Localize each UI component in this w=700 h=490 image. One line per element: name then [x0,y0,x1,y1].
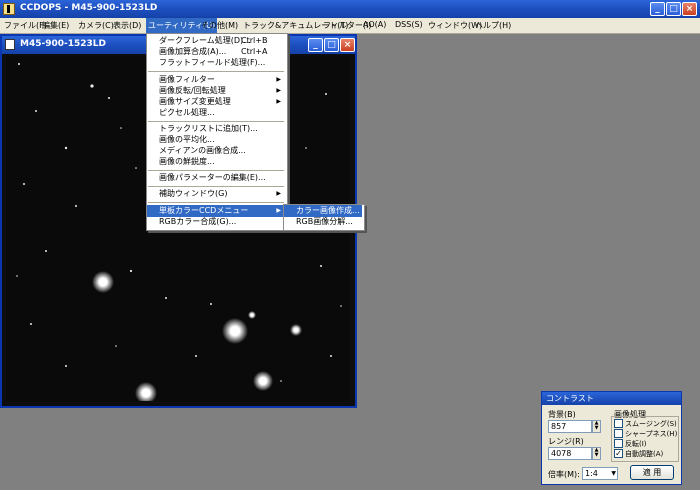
range-spinner[interactable]: ▲ ▼ [592,447,601,460]
sharpness-label: シャープネス(H) [625,430,678,438]
zoom-select[interactable]: 1:4 ▼ [582,467,618,480]
range-label: レンジ(R) [548,437,584,446]
auto-adjust-checkbox[interactable]: ✓ [614,449,623,458]
menu-separator [148,121,284,122]
dropdown-arrow-icon: ▼ [611,470,616,477]
range-input[interactable]: 4078 [548,447,592,460]
background-input[interactable]: 857 [548,420,592,433]
app-titlebar: CCDOPS - M45-900-1523LD _ □ × [0,0,700,18]
spin-down-icon[interactable]: ▼ [593,426,600,431]
smoothing-label: スムージング(S) [625,420,677,428]
close-button[interactable]: × [682,2,697,16]
zoom-label: 倍率(M): [548,470,580,479]
background-spinner[interactable]: ▲ ▼ [592,420,601,433]
contrast-titlebar: コントラスト [542,392,681,405]
menu-separator [148,186,284,187]
contrast-panel: コントラスト 背景(B) 857 ▲ ▼ レンジ(R) 4078 ▲ ▼ 画像処… [541,391,682,485]
menu-other[interactable]: その他(M) [201,20,238,31]
menu-item-aux-window[interactable]: 補助ウィンドウ(G) ▶ [147,188,285,200]
auto-adjust-label: 自動調整(A) [625,450,664,458]
sharpness-checkbox[interactable] [614,429,623,438]
menu-item-edit-params[interactable]: 画像パラメーターの編集(E)... [147,172,285,184]
document-icon [5,39,15,50]
invert-label: 反転(I) [625,440,647,448]
menu-camera[interactable]: カメラ(C) [78,20,114,31]
menu-item-flat-field[interactable]: フラットフィールド処理(F)... [147,57,285,69]
image-window-title: M45-900-1523LD [20,39,106,49]
zoom-value: 1:4 [585,469,598,478]
utility-menu: ダークフレーム処理(D)... Ctrl+B 画像加算合成(A)... Ctrl+A… [146,33,288,231]
menu-ao[interactable]: AO(A) [363,20,386,29]
background-label: 背景(B) [548,410,576,419]
contrast-title: コントラスト [546,394,594,403]
apply-button[interactable]: 適 用 [630,465,674,480]
app-icon [3,3,15,15]
menu-dss[interactable]: DSS(S) [395,20,423,29]
invert-checkbox[interactable] [614,439,623,448]
minimize-button[interactable]: _ [650,2,665,16]
submenu-item-rgb-separate[interactable]: RGB画像分解... [284,216,362,228]
image-minimize-button[interactable]: _ [308,38,323,52]
menu-separator [148,202,284,203]
app-title: CCDOPS - M45-900-1523LD [20,3,158,13]
menu-separator [148,71,284,72]
menu-file[interactable]: ファイル(F) [4,20,47,31]
smoothing-checkbox[interactable] [614,419,623,428]
menu-display[interactable]: 表示(D) [113,20,141,31]
menu-item-rgb-composite[interactable]: RGBカラー合成(G)... [147,216,285,228]
menu-help[interactable]: ヘルプ(H) [475,20,511,31]
maximize-button[interactable]: □ [666,2,681,16]
menubar: ファイル(F) 編集(E) カメラ(C) 表示(D) ユーティリティ(U) その… [0,18,700,34]
image-close-button[interactable]: × [340,38,355,52]
menu-separator [148,170,284,171]
color-ccd-submenu: カラー画像作成... RGB画像分解... [283,204,365,231]
menu-edit[interactable]: 編集(E) [42,20,69,31]
image-maximize-button[interactable]: □ [324,38,339,52]
spin-down-icon[interactable]: ▼ [593,453,600,458]
menu-item-pixel[interactable]: ピクセル処理... [147,107,285,119]
menu-item-sharpness[interactable]: 画像の鮮鋭度... [147,156,285,168]
submenu-arrow-icon: ▶ [276,190,281,197]
